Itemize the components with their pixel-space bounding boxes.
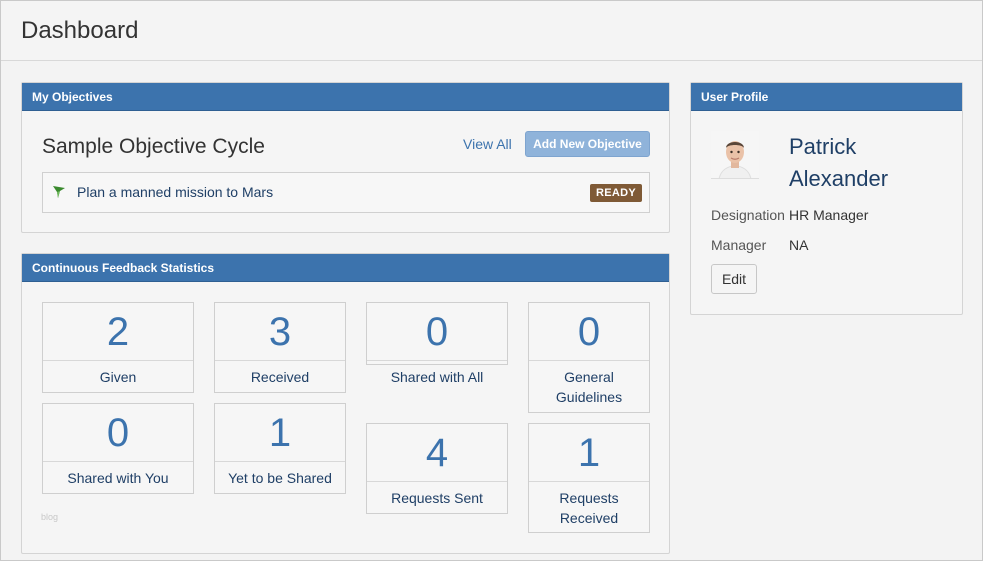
designation-label: Designation xyxy=(711,207,785,223)
my-objectives-header: My Objectives xyxy=(22,83,669,111)
stat-label: Given xyxy=(99,369,137,385)
blog-footer-text: blog xyxy=(41,512,59,522)
manager-value: NA xyxy=(789,237,809,253)
stat-label: Received xyxy=(250,369,310,385)
stat-label: Shared with All xyxy=(390,369,484,385)
stat-requests-sent[interactable]: 4 Requests Sent xyxy=(366,423,508,514)
stat-label: General Guidelines xyxy=(555,369,623,405)
stat-label: Yet to be Shared xyxy=(228,470,332,486)
designation-value: HR Manager xyxy=(789,207,869,223)
stat-shared-with-all[interactable]: 0 Shared with All xyxy=(366,302,508,385)
stat-value: 4 xyxy=(367,424,507,482)
user-profile-panel: User Profile Patrick Alexander Designati… xyxy=(690,82,963,315)
objective-item-title[interactable]: Plan a manned mission to Mars xyxy=(77,184,273,200)
my-objectives-panel: My Objectives Sample Objective Cycle Vie… xyxy=(21,82,670,233)
stat-yet-to-be-shared[interactable]: 1 Yet to be Shared xyxy=(214,403,346,494)
stat-value: 2 xyxy=(43,303,193,361)
stat-value: 0 xyxy=(43,404,193,462)
app-window: Dashboard My Objectives Sample Objective… xyxy=(0,0,983,561)
feedback-statistics-header: Continuous Feedback Statistics xyxy=(22,254,669,282)
objective-cycle-title: Sample Objective Cycle xyxy=(42,135,265,158)
stat-shared-with-you[interactable]: 0 Shared with You xyxy=(42,403,194,494)
objective-item[interactable]: Plan a manned mission to Mars READY xyxy=(42,172,650,213)
stat-value: 0 xyxy=(367,303,507,361)
profile-name[interactable]: Patrick Alexander xyxy=(789,131,949,195)
stat-given[interactable]: 2 Given xyxy=(42,302,194,393)
stat-value: 3 xyxy=(215,303,345,361)
stat-value: 1 xyxy=(215,404,345,462)
manager-label: Manager xyxy=(711,237,767,253)
flag-icon xyxy=(53,186,65,198)
stat-value: 0 xyxy=(529,303,649,361)
stat-requests-received[interactable]: 1 Requests Received xyxy=(528,423,650,533)
avatar-image xyxy=(711,131,759,178)
stat-label: Shared with You xyxy=(67,470,169,486)
stat-received[interactable]: 3 Received xyxy=(214,302,346,393)
view-all-link[interactable]: View All xyxy=(463,136,512,152)
avatar xyxy=(711,131,759,179)
status-badge: READY xyxy=(589,184,642,202)
feedback-statistics-panel: Continuous Feedback Statistics 2 Given 3… xyxy=(21,253,670,554)
stat-label: Requests Sent xyxy=(391,490,483,506)
page-title: Dashboard xyxy=(21,17,139,44)
stat-value: 1 xyxy=(529,424,649,482)
user-profile-header: User Profile xyxy=(691,83,962,111)
stat-general-guidelines[interactable]: 0 General Guidelines xyxy=(528,302,650,413)
edit-profile-button[interactable]: Edit xyxy=(711,264,757,294)
page-header: Dashboard xyxy=(1,1,982,61)
stat-label: Requests Received xyxy=(559,490,619,526)
add-new-objective-button[interactable]: Add New Objective xyxy=(525,131,650,157)
